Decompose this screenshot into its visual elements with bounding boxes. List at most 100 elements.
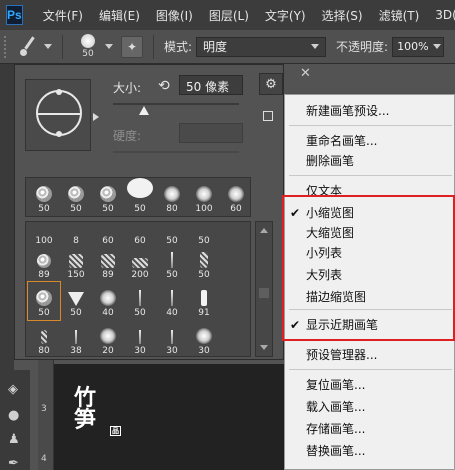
brush-preset-menu: 新建画笔预设... 重命名画笔... 删除画笔 仅文本 ✔ 小缩览图 大缩览图 小…	[284, 94, 455, 470]
hardness-slider[interactable]	[113, 151, 239, 153]
brush-angle-preview[interactable]	[25, 79, 91, 151]
reset-size-icon[interactable]: ⟲	[158, 78, 170, 94]
dodge-tool-icon[interactable]: ♟	[8, 432, 26, 448]
canvas-artwork: 竹 笋 品	[74, 386, 121, 436]
menu-item-load-brushes[interactable]: 载入画笔...	[285, 397, 455, 417]
new-preset-icon[interactable]	[263, 111, 273, 121]
menu-item-rename[interactable]: 重命名画笔...	[285, 131, 455, 151]
brush-picker-chevron-icon[interactable]	[105, 44, 113, 49]
gear-icon[interactable]: ⚙	[259, 73, 283, 95]
scroll-down-icon[interactable]	[260, 345, 268, 350]
brush-preset[interactable]: 60	[220, 178, 252, 216]
scroll-up-icon[interactable]	[260, 228, 268, 233]
brush-preset[interactable]: 50	[188, 244, 220, 282]
brush-preset[interactable]: 50	[92, 178, 124, 216]
brush-size-readout: 50	[82, 49, 94, 59]
brush-preset[interactable]: 50	[156, 244, 188, 282]
brush-preset[interactable]: 150	[60, 244, 92, 282]
menu-item-show-recent[interactable]: ✔ 显示近期画笔	[285, 315, 455, 335]
menu-item-small-list[interactable]: 小列表	[285, 243, 455, 263]
menu-3d[interactable]: 3D(	[435, 8, 455, 22]
brush-preset[interactable]: 80	[28, 320, 60, 356]
pen-tool-icon[interactable]: ✒	[8, 456, 26, 470]
check-icon: ✔	[290, 206, 301, 220]
artwork-glyph-top: 竹	[74, 386, 97, 411]
brush-preset[interactable]: 50	[60, 178, 92, 216]
tool-preset-chevron-icon[interactable]	[44, 44, 52, 49]
brush-preset[interactable]: 40	[156, 282, 188, 320]
brush-preset[interactable]: 91	[188, 282, 220, 320]
brush-panel-toggle-button[interactable]: ✦	[121, 35, 143, 58]
close-icon[interactable]: ✕	[300, 66, 311, 81]
angle-roundness-icon	[36, 89, 82, 137]
artwork-tag: 品	[110, 426, 121, 436]
menu-item-reset-brushes[interactable]: 复位画笔...	[285, 375, 455, 395]
brush-preset[interactable]: 38	[60, 320, 92, 356]
chevron-down-icon	[432, 44, 441, 49]
brush-preset[interactable]: 50	[124, 282, 156, 320]
chevron-down-icon	[311, 44, 320, 49]
brush-preset[interactable]: 89	[92, 244, 124, 282]
menu-item-stroke-thumbnail[interactable]: 描边缩览图	[285, 287, 455, 307]
brush-preset-picker: 大小: ⟲ 50 像素 ⚙ 硬度: 50 50 50 50 80 100 60 …	[14, 64, 284, 360]
blur-tool-icon[interactable]: ●	[8, 408, 26, 424]
menu-item-save-brushes[interactable]: 存储画笔...	[285, 419, 455, 439]
menu-item-delete[interactable]: 删除画笔	[285, 151, 455, 171]
brush-preset[interactable]: 50	[60, 282, 92, 320]
menu-item-preset-manager[interactable]: 预设管理器...	[285, 345, 455, 365]
menu-item-replace-brushes[interactable]: 替换画笔...	[285, 441, 455, 461]
menu-separator	[289, 339, 452, 340]
brush-preset[interactable]: 100	[188, 178, 220, 216]
menu-type[interactable]: 文字(Y)	[265, 7, 306, 24]
menu-item-new-preset[interactable]: 新建画笔预设...	[285, 101, 455, 121]
menu-select[interactable]: 选择(S)	[322, 7, 363, 24]
divider	[153, 34, 154, 59]
hardness-label: 硬度:	[113, 129, 142, 143]
brush-preset[interactable]: 20	[92, 320, 124, 356]
brush-preset[interactable]: 89	[28, 244, 60, 282]
brush-preset-selected[interactable]: 50	[27, 281, 61, 321]
brush-preset[interactable]: 50	[28, 178, 60, 216]
ruler-mark: 3	[41, 404, 47, 414]
brush-preset[interactable]: 80	[156, 178, 188, 216]
divider	[62, 34, 63, 59]
brush-tip-icon	[81, 34, 95, 48]
menu-bar: Ps 文件(F) 编辑(E) 图像(I) 图层(L) 文字(Y) 选择(S) 滤…	[0, 0, 455, 30]
mode-label: 模式:	[164, 40, 193, 54]
hardness-input[interactable]	[179, 123, 243, 143]
brush-preset[interactable]: 30	[188, 320, 220, 356]
menu-item-text-only[interactable]: 仅文本	[285, 181, 455, 201]
menu-separator	[289, 125, 452, 126]
opacity-value: 100%	[397, 40, 429, 53]
scroll-thumb[interactable]	[259, 288, 269, 298]
opacity-field[interactable]: 100%	[392, 36, 445, 57]
check-icon: ✔	[290, 318, 301, 332]
brush-panel-icon: ✦	[126, 39, 138, 54]
mode-select[interactable]: 明度	[196, 36, 327, 57]
brush-tool-icon[interactable]	[18, 36, 40, 58]
brush-preset[interactable]: 50	[124, 178, 156, 216]
menu-file[interactable]: 文件(F)	[43, 7, 83, 24]
size-input[interactable]: 50 像素	[179, 75, 243, 95]
options-grip[interactable]	[4, 35, 10, 58]
size-slider-thumb[interactable]	[139, 106, 149, 115]
angle-arrow-icon	[93, 113, 99, 121]
preset-scrollbar[interactable]	[255, 221, 273, 357]
menu-item-small-thumbnail[interactable]: ✔ 小缩览图	[285, 203, 455, 223]
brush-preset[interactable]: 30	[156, 320, 188, 356]
menu-item-large-thumbnail[interactable]: 大缩览图	[285, 223, 455, 243]
menu-image[interactable]: 图像(I)	[156, 7, 193, 24]
bucket-tool-icon[interactable]: ◈	[8, 382, 26, 398]
brush-preset[interactable]: 200	[124, 244, 156, 282]
menu-filter[interactable]: 滤镜(T)	[379, 7, 420, 24]
menu-layer[interactable]: 图层(L)	[209, 7, 249, 24]
menu-separator	[289, 369, 452, 370]
size-slider[interactable]	[113, 103, 239, 105]
menu-edit[interactable]: 编辑(E)	[99, 7, 140, 24]
brush-preset[interactable]: 30	[124, 320, 156, 356]
ruler-mark: 4	[41, 454, 47, 464]
toolbar-lower: ◈ ● ♟ ✒	[0, 370, 30, 470]
brush-preset[interactable]: 40	[92, 282, 124, 320]
menu-item-large-list[interactable]: 大列表	[285, 265, 455, 285]
brush-preset-picker-button[interactable]: 50	[75, 34, 101, 59]
